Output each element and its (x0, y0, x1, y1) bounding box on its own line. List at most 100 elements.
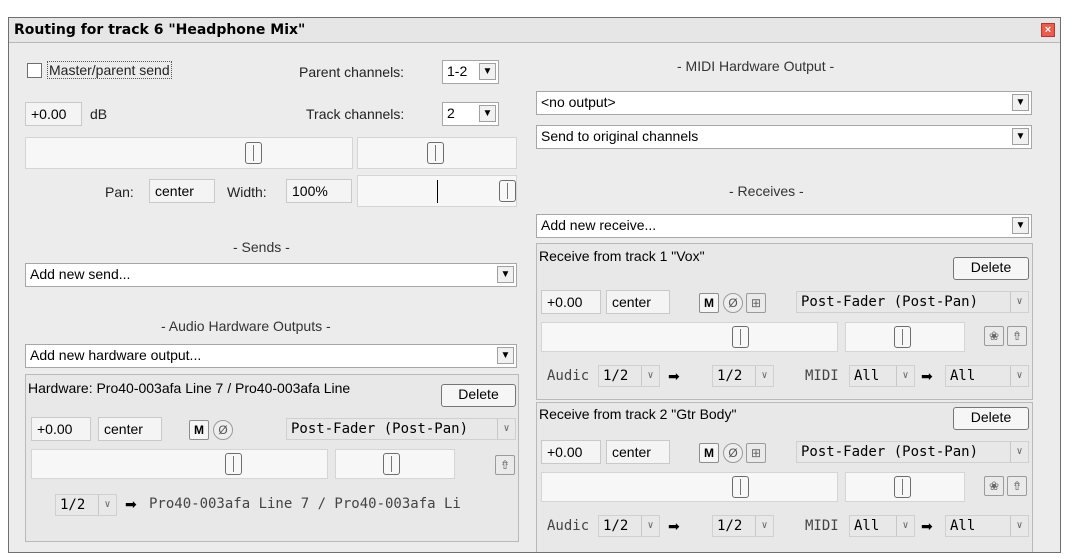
receive-mode-select[interactable]: Post-Fader (Post-Pan) ∨ (796, 441, 1029, 463)
receive-mute-button[interactable]: M (699, 293, 719, 313)
receive-volume-field[interactable]: +0.00 (541, 290, 601, 314)
phase-invert-icon[interactable]: Ø (723, 293, 743, 313)
chevron-down-icon: ▼ (479, 63, 496, 80)
midi-hw-header: - MIDI Hardware Output - (677, 58, 835, 74)
hardware-volume-field[interactable]: +0.00 (31, 417, 91, 441)
receive-mode-value: Post-Fader (Post-Pan) (801, 444, 979, 460)
receive-volume-thumb[interactable] (732, 326, 749, 348)
receive-volume-slider[interactable] (541, 472, 838, 502)
receive-delete-button[interactable]: Delete (953, 407, 1029, 430)
hardware-pan-thumb[interactable] (383, 453, 400, 475)
add-receive-select[interactable]: Add new receive... ▼ (536, 214, 1032, 238)
master-send-checkbox[interactable] (27, 63, 42, 78)
receive-label: Receive from track 1 "Vox" (539, 248, 705, 264)
parent-channels-label: Parent channels: (299, 64, 405, 80)
hardware-volume-slider[interactable] (31, 449, 328, 479)
receive-dest-channels-select[interactable]: 1/2 ∨ (712, 365, 774, 387)
volume-slider[interactable] (25, 137, 353, 169)
hardware-src-channels-select[interactable]: 1/2 ∨ (55, 494, 117, 516)
envelope-icon[interactable]: ⇮ (1007, 476, 1027, 496)
hardware-pan-field[interactable]: center (98, 417, 162, 441)
midi-icon[interactable]: ❀ (984, 476, 1004, 496)
master-send-label[interactable]: Master/parent send (47, 61, 172, 79)
chevron-down-icon: ▼ (497, 347, 514, 364)
receive-src-channels-select[interactable]: 1/2 ∨ (598, 365, 660, 387)
envelope-icon[interactable]: ⇮ (495, 455, 515, 475)
close-icon[interactable]: × (1041, 23, 1055, 37)
window-title: Routing for track 6 "Headphone Mix" (14, 22, 306, 38)
hardware-mode-select[interactable]: Post-Fader (Post-Pan) ∨ (286, 418, 516, 440)
chevron-down-icon: ▼ (1012, 128, 1029, 145)
add-send-placeholder: Add new send... (30, 266, 131, 282)
receive-midi-src-value: All (854, 518, 880, 534)
receive-pan-field[interactable]: center (606, 440, 670, 464)
midi-icon[interactable]: ❀ (984, 326, 1004, 346)
hardware-volume-thumb[interactable] (225, 453, 242, 475)
chevron-down-icon: ∨ (497, 419, 515, 439)
chevron-down-icon: ∨ (1010, 516, 1028, 536)
arrow-right-icon: ➡ (125, 496, 137, 512)
phase-invert-icon[interactable]: Ø (723, 443, 743, 463)
receive-mode-select[interactable]: Post-Fader (Post-Pan) ∨ (796, 291, 1029, 313)
hardware-destination-label: Pro40-003afa Line 7 / Pro40-003afa Li (149, 496, 461, 512)
hardware-src-channels-value: 1/2 (60, 497, 86, 513)
chevron-down-icon: ∨ (896, 516, 914, 536)
add-receive-placeholder: Add new receive... (541, 217, 657, 233)
midi-channel-select[interactable]: Send to original channels ▼ (536, 125, 1032, 149)
pan-field[interactable]: center (149, 179, 215, 203)
receive-mute-button[interactable]: M (699, 443, 719, 463)
pan-slider-thumb[interactable] (427, 142, 444, 164)
chevron-down-icon: ∨ (755, 516, 773, 536)
hardware-delete-button[interactable]: Delete (441, 384, 516, 407)
audio-hw-header: - Audio Hardware Outputs - (161, 318, 331, 334)
phase-invert-icon[interactable]: Ø (213, 420, 233, 440)
hardware-mute-button[interactable]: M (189, 420, 209, 440)
receive-midi-src-select[interactable]: All ∨ (849, 365, 915, 387)
arrow-right-icon: ➡ (921, 368, 933, 384)
receive-src-channels-value: 1/2 (603, 368, 629, 384)
receive-midi-dest-select[interactable]: All ∨ (945, 365, 1029, 387)
receive-midi-label: MIDI (805, 518, 839, 534)
receive-volume-slider[interactable] (541, 322, 838, 352)
parent-channels-select[interactable]: 1-2 ▼ (442, 60, 499, 84)
volume-slider-thumb[interactable] (245, 142, 262, 164)
add-hw-output-select[interactable]: Add new hardware output... ▼ (25, 344, 517, 368)
receive-pan-thumb[interactable] (894, 326, 911, 348)
hardware-mode-value: Post-Fader (Post-Pan) (291, 421, 469, 437)
receive-volume-field[interactable]: +0.00 (541, 440, 601, 464)
chevron-down-icon: ▼ (479, 105, 496, 122)
chevron-down-icon: ∨ (98, 495, 116, 515)
width-center-line (437, 180, 438, 203)
hardware-output-label: Hardware: Pro40-003afa Line 7 / Pro40-00… (28, 380, 351, 396)
track-channels-select[interactable]: 2 ▼ (442, 102, 499, 126)
midi-output-value: <no output> (541, 94, 616, 110)
chevron-down-icon: ∨ (1010, 366, 1028, 386)
midi-output-select[interactable]: <no output> ▼ (536, 91, 1032, 115)
routing-window: Routing for track 6 "Headphone Mix" × Ma… (8, 17, 1061, 553)
receive-midi-src-value: All (854, 368, 880, 384)
receive-audio-label: Audic (547, 518, 590, 534)
receive-delete-button[interactable]: Delete (953, 257, 1029, 280)
envelope-icon[interactable]: ⇮ (1007, 326, 1027, 346)
receive-audio-label: Audic (547, 368, 590, 384)
width-field[interactable]: 100% (286, 179, 352, 203)
receive-volume-thumb[interactable] (732, 476, 749, 498)
receive-dest-channels-value: 1/2 (717, 518, 743, 534)
mono-stereo-icon[interactable]: ⊞ (746, 293, 766, 313)
receive-src-channels-select[interactable]: 1/2 ∨ (598, 515, 660, 537)
receives-header: - Receives - (729, 183, 804, 199)
width-slider-thumb[interactable] (499, 180, 516, 202)
receive-midi-src-select[interactable]: All ∨ (849, 515, 915, 537)
chevron-down-icon: ▼ (1012, 94, 1029, 111)
track-channels-value: 2 (447, 105, 455, 121)
receive-pan-field[interactable]: center (606, 290, 670, 314)
title-bar[interactable]: Routing for track 6 "Headphone Mix" × (9, 18, 1060, 43)
track-volume-field[interactable]: +0.00 (25, 102, 82, 126)
receive-midi-label: MIDI (805, 368, 839, 384)
receive-pan-thumb[interactable] (894, 476, 911, 498)
mono-stereo-icon[interactable]: ⊞ (746, 443, 766, 463)
add-send-select[interactable]: Add new send... ▼ (25, 263, 517, 287)
receive-dest-channels-select[interactable]: 1/2 ∨ (712, 515, 774, 537)
receive-midi-dest-select[interactable]: All ∨ (945, 515, 1029, 537)
chevron-down-icon: ∨ (896, 366, 914, 386)
